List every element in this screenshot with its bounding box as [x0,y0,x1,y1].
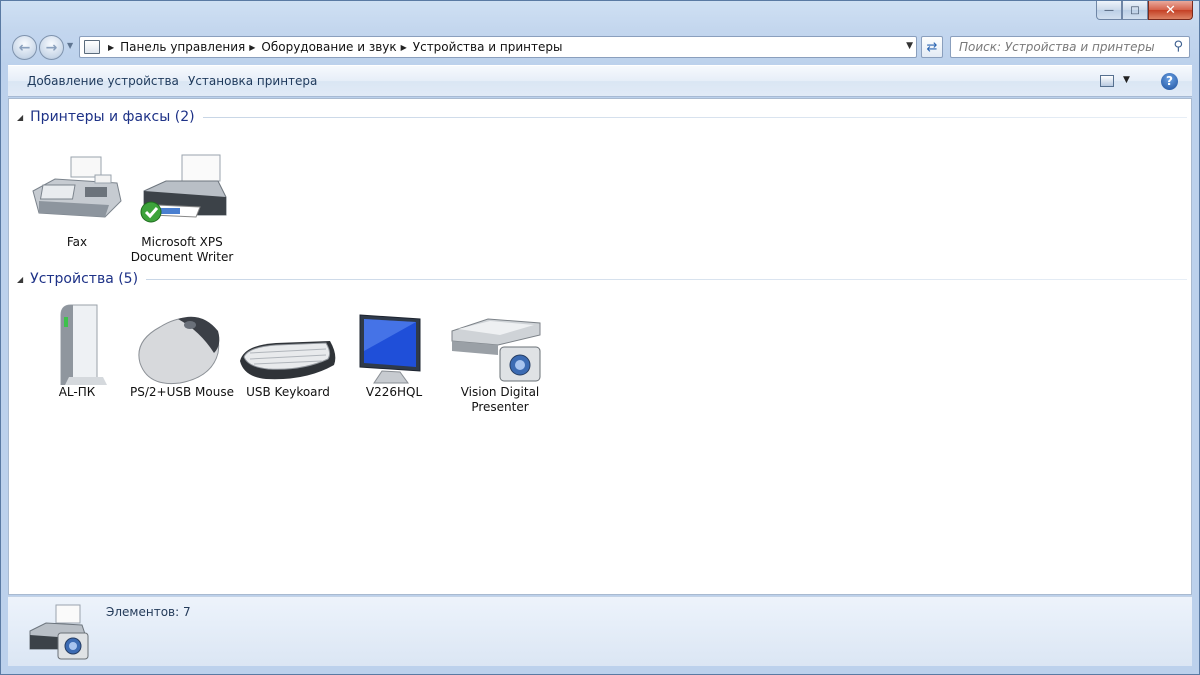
group-divider [146,278,1187,280]
address-bar[interactable]: ▶ Панель управления ▶ Оборудование и зву… [79,36,917,58]
maximize-button[interactable]: □ [1122,1,1148,20]
back-arrow-icon: ← [18,39,31,56]
device-label: USB Keykoard [246,385,330,399]
device-tile-keyboard[interactable]: USB Keykoard [236,301,340,400]
forward-button[interactable]: → [39,35,64,60]
close-icon: ✕ [1165,2,1176,18]
group-title: Устройства (5) [30,271,139,287]
maximize-icon: □ [1130,4,1140,16]
keyboard-icon [236,301,340,385]
device-tile-computer[interactable]: AL-ПК [25,301,129,400]
mouse-icon [130,301,234,385]
add-printer-button[interactable]: Установка принтера [188,74,317,88]
details-pane: Элементов: 7 [8,596,1192,666]
device-label-line: Microsoft XPS [141,235,223,249]
refresh-icon: ⇄ [926,39,938,55]
device-tile-fax[interactable]: Fax [25,151,129,250]
recent-pages-dropdown[interactable]: ▼ [67,41,73,50]
device-label-line: Document Writer [130,250,234,264]
device-tile-mouse[interactable]: PS/2+USB Mouse [130,301,234,400]
device-label-line: Vision Digital [460,385,540,399]
breadcrumb-item[interactable]: Панель управления [120,40,245,54]
device-list: ◢ Принтеры и факсы (2) Fax Microsoft XPS… [8,98,1192,595]
address-history-dropdown[interactable]: ▼ [906,41,913,51]
view-options-dropdown[interactable]: ▼ [1123,75,1130,85]
group-header-printers[interactable]: ◢ Принтеры и факсы (2) [17,107,1187,127]
change-view-icon[interactable] [1100,75,1114,87]
device-label-line: Presenter [471,400,529,414]
item-count-text: Элементов: 7 [106,605,191,619]
computer-icon [25,301,129,388]
device-label: Fax [66,235,88,249]
close-button[interactable]: ✕ [1148,1,1193,20]
device-label: PS/2+USB Mouse [130,385,234,399]
printer-icon [130,151,234,235]
scanner-camera-icon [448,301,552,385]
collapse-arrow-icon[interactable]: ◢ [17,113,23,122]
caption-buttons: — □ ✕ [1096,1,1193,20]
breadcrumb-separator-icon[interactable]: ▶ [249,43,255,52]
forward-arrow-icon: → [45,39,58,56]
minimize-button[interactable]: — [1096,1,1122,20]
back-button[interactable]: ← [12,35,37,60]
group-header-devices[interactable]: ◢ Устройства (5) [17,269,1187,289]
help-icon[interactable]: ? [1161,73,1178,90]
device-tile-monitor[interactable]: V226HQL [342,301,446,400]
minimize-icon: — [1104,4,1114,16]
search-input[interactable]: Поиск: Устройства и принтеры ⚲ [950,36,1190,58]
device-tile-presenter[interactable]: Vision Digital Presenter [448,301,552,415]
device-label: AL-ПК [58,385,96,399]
breadcrumb-item[interactable]: Оборудование и звук [261,40,396,54]
device-label: V226HQL [365,385,423,399]
device-tile-xps-printer[interactable]: Microsoft XPS Document Writer [130,151,234,265]
command-bar: Добавление устройства Установка принтера… [8,65,1192,97]
group-divider [202,116,1187,118]
monitor-icon [342,301,446,385]
control-panel-icon [84,40,100,54]
breadcrumb-separator-icon[interactable]: ▶ [108,43,114,52]
devices-printers-icon [26,603,90,664]
default-checkmark-icon [140,201,162,223]
fax-icon [25,151,129,235]
search-placeholder: Поиск: Устройства и принтеры [959,40,1155,54]
add-device-button[interactable]: Добавление устройства [27,74,179,88]
breadcrumb-item[interactable]: Устройства и принтеры [413,40,563,54]
navigation-row: ← → ▼ ▶ Панель управления ▶ Оборудование… [1,31,1199,61]
collapse-arrow-icon[interactable]: ◢ [17,275,23,284]
breadcrumb-separator-icon[interactable]: ▶ [401,43,407,52]
refresh-button[interactable]: ⇄ [921,36,943,58]
explorer-window: — □ ✕ ← → ▼ ▶ Панель управления ▶ Оборуд… [0,0,1200,675]
group-title: Принтеры и факсы (2) [30,109,195,125]
search-icon[interactable]: ⚲ [1173,39,1183,54]
